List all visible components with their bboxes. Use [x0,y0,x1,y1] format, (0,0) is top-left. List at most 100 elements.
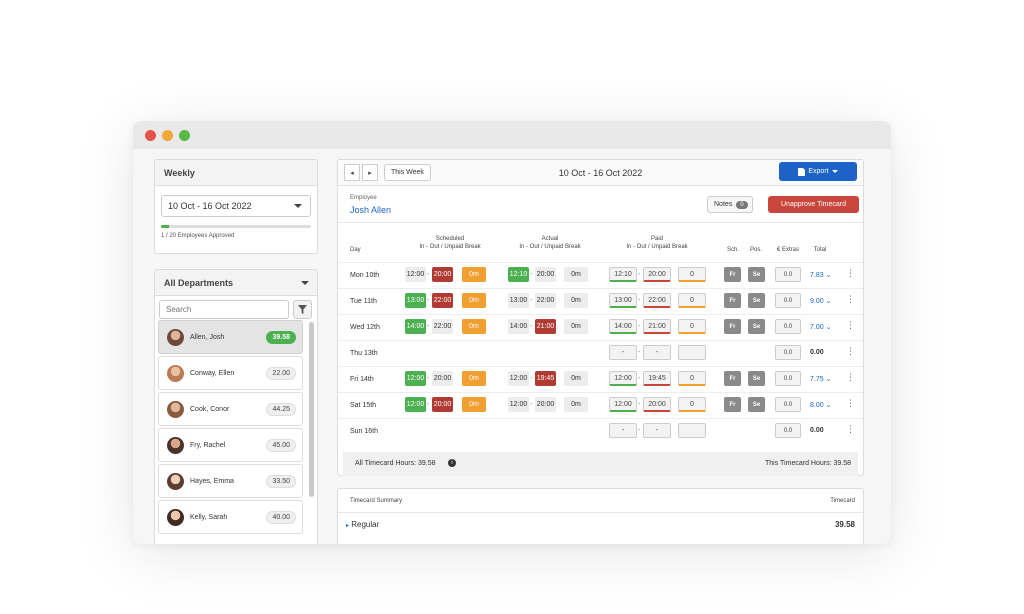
paid-in-input[interactable]: - [609,423,637,438]
scheduled-out: 20:00 [432,371,453,386]
paid-out-input[interactable]: - [643,423,671,438]
paid-out-input[interactable]: 19:45 [643,371,671,386]
row-total: 0.00 [810,427,824,434]
paid-break-input[interactable]: 0 [678,267,706,282]
row-menu-icon[interactable]: ⋮ [846,399,855,408]
employee-name: Fry, Rachel [190,441,226,449]
summary-row-regular[interactable]: ▸ Regular 39.58 [338,513,863,529]
schedule-badge[interactable]: Fr [724,397,741,412]
unapprove-timecard-button[interactable]: Unapprove Timecard [768,196,859,213]
notes-button[interactable]: Notes 0 [707,196,753,213]
extras-input[interactable]: 0.0 [775,319,801,334]
schedule-badge[interactable]: Fr [724,293,741,308]
dash: - [427,323,430,330]
position-badge[interactable]: Se [748,397,765,412]
paid-in-input[interactable]: 14:00 [609,319,637,334]
row-total-value: 8.00 [810,402,824,409]
paid-out-input[interactable]: - [643,345,671,360]
minimize-window-dot[interactable] [162,129,173,141]
all-timecard-hours: All Timecard Hours: 39.58 [355,460,436,467]
employee-list-scrollbar[interactable] [309,322,314,497]
paid-break-input[interactable]: 0 [678,397,706,412]
row-total-value: 7.00 [810,324,824,331]
employee-item[interactable]: Allen, Josh 39.58 [158,320,303,354]
actual-break: 0m [564,397,588,412]
extras-input[interactable]: 0.0 [775,397,801,412]
chevron-down-icon [831,170,838,173]
row-menu-icon[interactable]: ⋮ [846,269,855,278]
row-total: 0.00 [810,349,824,356]
paid-out-input[interactable]: 21:00 [643,319,671,334]
week-range-select[interactable]: 10 Oct - 16 Oct 2022 [161,195,311,217]
row-total[interactable]: 7.00 ⌄ [810,323,831,331]
paid-break-input[interactable]: 0 [678,319,706,334]
employee-list: Allen, Josh 39.58 Conway, Ellen 22.00 Co… [158,320,303,536]
weekly-title: Weekly [155,160,317,186]
employee-name-link[interactable]: Josh Allen [350,205,391,215]
position-badge[interactable]: Se [748,319,765,334]
row-total-value: 7.83 [810,272,824,279]
col-sch: Sch. [726,247,739,253]
scheduled-in: 12:00 [405,397,426,412]
paid-in-input[interactable]: 12:10 [609,267,637,282]
schedule-badge[interactable]: Fr [724,371,741,386]
row-menu-icon[interactable]: ⋮ [846,347,855,356]
notes-count-badge: 0 [736,200,748,209]
row-menu-icon[interactable]: ⋮ [846,425,855,434]
schedule-badge[interactable]: Fr [724,267,741,282]
paid-break-input[interactable]: 0 [678,293,706,308]
employee-item[interactable]: Fry, Rachel 45.00 [158,428,303,462]
paid-in-input[interactable]: 13:00 [609,293,637,308]
employee-item[interactable]: Cook, Conor 44.25 [158,392,303,426]
filter-button[interactable] [293,300,312,319]
scheduled-in: 12:00 [405,267,426,282]
row-total-value: 9.00 [810,298,824,305]
row-menu-icon[interactable]: ⋮ [846,373,855,382]
summary-row-label: Regular [351,520,380,529]
paid-out-input[interactable]: 20:00 [643,267,671,282]
table-row: Wed 12th 14:00 - 22:00 0m 14:00 - 21:00 … [338,314,863,340]
row-menu-icon[interactable]: ⋮ [846,295,855,304]
col-paid: Paid In - Out / Unpaid Break [612,235,702,251]
position-badge[interactable]: Se [748,267,765,282]
extras-input[interactable]: 0.0 [775,293,801,308]
row-total[interactable]: 9.00 ⌄ [810,297,831,305]
paid-out-input[interactable]: 20:00 [643,397,671,412]
employee-item[interactable]: Hayes, Emma 33.50 [158,464,303,498]
maximize-window-dot[interactable] [179,129,190,141]
paid-in-input[interactable]: 12:00 [609,397,637,412]
export-button[interactable]: Export [779,162,857,181]
position-badge[interactable]: Se [748,371,765,386]
extras-input[interactable]: 0.0 [775,345,801,360]
close-window-dot[interactable] [145,129,156,141]
position-badge[interactable]: Se [748,293,765,308]
departments-panel: All Departments Allen, Josh 39.58 Conway… [154,269,318,544]
employee-item[interactable]: Conway, Ellen 22.00 [158,356,303,390]
avatar [167,436,184,454]
employee-search-input[interactable] [159,300,289,319]
row-total[interactable]: 7.83 ⌄ [810,271,831,279]
paid-break-input[interactable] [678,423,706,438]
employee-name: Cook, Conor [190,405,230,413]
schedule-badge[interactable]: Fr [724,319,741,334]
approved-count-text: 1 / 20 Employees Approved [161,233,235,239]
row-day: Fri 14th [350,376,374,383]
paid-out-input[interactable]: 22:00 [643,293,671,308]
extras-input[interactable]: 0.0 [775,423,801,438]
row-total[interactable]: 8.00 ⌄ [810,401,831,409]
paid-in-input[interactable]: - [609,345,637,360]
info-icon[interactable]: i [448,459,456,467]
scheduled-in: 12:00 [405,371,426,386]
paid-break-input[interactable]: 0 [678,371,706,386]
paid-break-input[interactable] [678,345,706,360]
col-total: Total [813,247,827,253]
departments-select[interactable]: All Departments [155,270,317,296]
extras-input[interactable]: 0.0 [775,267,801,282]
employee-item[interactable]: Kelly, Sarah 40.00 [158,500,303,534]
paid-in-input[interactable]: 12:00 [609,371,637,386]
row-menu-icon[interactable]: ⋮ [846,321,855,330]
scheduled-break: 0m [462,371,486,386]
extras-input[interactable]: 0.0 [775,371,801,386]
header-divider [338,222,863,223]
row-total[interactable]: 7.75 ⌄ [810,375,831,383]
